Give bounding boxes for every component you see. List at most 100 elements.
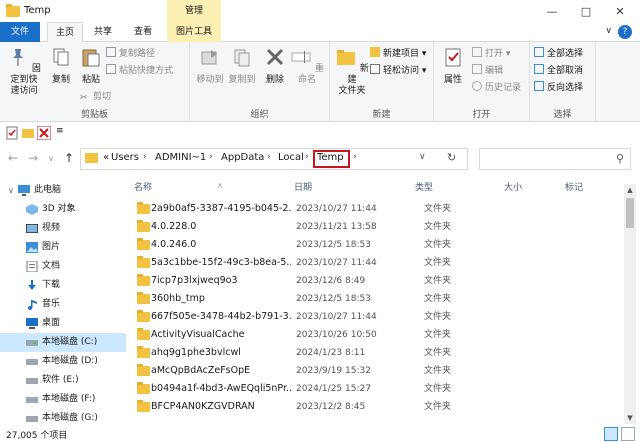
copy-to-button[interactable]: 复制到 bbox=[226, 46, 258, 86]
breadcrumb-local[interactable]: Local bbox=[278, 152, 304, 163]
paste-shortcut-button[interactable]: 粘贴快捷方式 bbox=[106, 64, 173, 78]
nav-item-documents[interactable]: 文档 bbox=[0, 257, 126, 276]
large-icons-view-icon[interactable] bbox=[621, 427, 635, 441]
up-icon[interactable]: ↑ bbox=[64, 151, 74, 165]
file-row[interactable]: 667f505e-3478-44b2-b791-3... 2023/10/27 1… bbox=[134, 308, 622, 326]
breadcrumb-separator-icon[interactable]: › bbox=[353, 152, 357, 162]
file-row[interactable]: BFCP4AN0KZGVDRAN 2023/12/2 8:45 文件夹 bbox=[134, 398, 622, 416]
paste-button[interactable]: 粘贴 bbox=[76, 46, 106, 86]
edit-icon bbox=[472, 64, 482, 74]
nav-item-downloads[interactable]: 下载 bbox=[0, 276, 126, 295]
back-icon[interactable]: ← bbox=[8, 151, 18, 165]
nav-item-music[interactable]: 音乐 bbox=[0, 295, 126, 314]
open-button[interactable]: 打开 ▾ bbox=[472, 47, 510, 61]
nav-item-drive-g[interactable]: 本地磁盘 (G:) bbox=[0, 409, 126, 426]
customize-toolbar-icon[interactable]: ≡ bbox=[56, 126, 70, 140]
new-folder-button[interactable]: 新建 文件夹 bbox=[334, 46, 370, 97]
breadcrumb-users[interactable]: Users bbox=[111, 152, 139, 163]
scroll-up-icon[interactable]: ▲ bbox=[624, 184, 636, 196]
nav-item-desktop[interactable]: 桌面 bbox=[0, 314, 126, 333]
new-folder-quick-icon[interactable] bbox=[21, 126, 35, 140]
tab-picture-tools[interactable]: 图片工具 bbox=[167, 22, 221, 42]
nav-item-pictures[interactable]: 图片 bbox=[0, 238, 126, 257]
properties-quick-icon[interactable] bbox=[5, 126, 19, 140]
nav-item-drive-f[interactable]: 本地磁盘 (F:) bbox=[0, 390, 126, 409]
tab-view[interactable]: 查看 bbox=[126, 22, 160, 42]
copy-path-button[interactable]: 复制路径 bbox=[106, 47, 155, 61]
search-icon[interactable]: ⚲ bbox=[616, 152, 624, 165]
nav-item-label: 文档 bbox=[42, 261, 61, 271]
new-item-button[interactable]: 新建项目 ▾ bbox=[370, 47, 426, 61]
breadcrumb-admini[interactable]: ADMINI~1 bbox=[155, 152, 206, 163]
column-type[interactable]: 类型 bbox=[415, 178, 433, 198]
copy-button[interactable]: 复制 bbox=[46, 46, 76, 86]
file-row[interactable]: ahq9g1phe3bvlcwl 2024/1/23 8:11 文件夹 bbox=[134, 344, 622, 362]
file-row[interactable]: 4.0.246.0 2023/12/5 18:53 文件夹 bbox=[134, 236, 622, 254]
ribbon-expand-icon[interactable]: ∨ bbox=[605, 26, 612, 36]
collapse-icon[interactable]: ∨ bbox=[8, 181, 14, 200]
rename-button[interactable]: 重命名 bbox=[290, 46, 324, 86]
tab-share[interactable]: 共享 bbox=[86, 22, 120, 42]
file-row[interactable]: 2a9b0af5-3387-4195-b045-2... 2023/10/27 1… bbox=[134, 200, 622, 218]
move-to-button[interactable]: 移动到 bbox=[194, 46, 226, 86]
nav-item-drive-d[interactable]: 本地磁盘 (D:) bbox=[0, 352, 126, 371]
breadcrumb-overflow[interactable]: « bbox=[103, 152, 109, 163]
minimize-button[interactable]: — bbox=[538, 2, 566, 22]
pin-quick-access-button[interactable]: 固定到快 速访问 bbox=[4, 46, 44, 97]
select-none-button[interactable]: 全部取消 bbox=[534, 64, 583, 78]
breadcrumb-appdata[interactable]: AppData bbox=[221, 152, 264, 163]
help-icon[interactable]: ? bbox=[618, 25, 632, 39]
scroll-down-icon[interactable]: ▼ bbox=[624, 412, 636, 424]
edit-button[interactable]: 编辑 bbox=[472, 64, 503, 78]
column-size[interactable]: 大小 bbox=[504, 178, 522, 198]
breadcrumb-separator-icon[interactable]: › bbox=[209, 152, 213, 162]
column-name[interactable]: 名称 ∧ bbox=[134, 178, 223, 198]
nav-item-videos[interactable]: 视频 bbox=[0, 219, 126, 238]
maximize-button[interactable]: □ bbox=[572, 2, 600, 22]
invert-selection-button[interactable]: 反向选择 bbox=[534, 81, 583, 95]
delete-label: 删除 bbox=[265, 75, 284, 85]
properties-label: 属性 bbox=[443, 75, 462, 85]
file-type: 文件夹 bbox=[424, 276, 452, 286]
address-bar[interactable]: « Users › ADMINI~1 › AppData › Local › T… bbox=[80, 148, 468, 170]
delete-button[interactable]: 删除 bbox=[262, 46, 288, 86]
tab-home[interactable]: 主页 bbox=[47, 22, 83, 42]
file-name: BFCP4AN0KZGVDRAN bbox=[151, 401, 255, 412]
recent-locations-icon[interactable]: ∨ bbox=[48, 154, 54, 163]
column-tags[interactable]: 标记 bbox=[565, 178, 583, 198]
file-type: 文件夹 bbox=[424, 348, 452, 358]
nav-item-drive-e[interactable]: 软件 (E:) bbox=[0, 371, 126, 390]
nav-item-3d-objects[interactable]: 3D 对象 bbox=[0, 200, 126, 219]
column-date[interactable]: 日期 bbox=[294, 178, 312, 198]
document-icon bbox=[26, 261, 38, 272]
details-view-icon[interactable] bbox=[604, 427, 618, 441]
file-row[interactable]: 7icp7p3lxjweq9o3 2023/12/6 8:49 文件夹 bbox=[134, 272, 622, 290]
breadcrumb-separator-icon[interactable]: › bbox=[305, 152, 309, 162]
nav-item-this-pc[interactable]: ∨ 此电脑 bbox=[0, 181, 126, 200]
delete-quick-icon[interactable] bbox=[37, 126, 51, 140]
tab-file[interactable]: 文件 bbox=[0, 22, 40, 42]
breadcrumb-temp[interactable]: Temp bbox=[317, 152, 344, 163]
file-row[interactable]: 360hb_tmp 2023/12/5 18:53 文件夹 bbox=[134, 290, 622, 308]
file-row[interactable]: ActivityVisualCache 2023/10/26 10:50 文件夹 bbox=[134, 326, 622, 344]
close-button[interactable]: ✕ bbox=[606, 2, 634, 22]
cut-button[interactable]: ✂ 剪切 bbox=[80, 90, 111, 104]
vertical-scrollbar[interactable]: ▲ ▼ bbox=[624, 184, 636, 424]
refresh-icon[interactable]: ↻ bbox=[447, 151, 456, 164]
file-row[interactable]: 4.0.228.0 2023/11/21 13:58 文件夹 bbox=[134, 218, 622, 236]
file-row[interactable]: aMcQpBdAcZeFsOpE 2023/9/19 15:32 文件夹 bbox=[134, 362, 622, 380]
nav-item-drive-c[interactable]: 本地磁盘 (C:) bbox=[0, 333, 126, 352]
select-all-button[interactable]: 全部选择 bbox=[534, 47, 583, 61]
file-row[interactable]: 5a3c1bbe-15f2-49c3-b8ea-5... 2023/10/27 1… bbox=[134, 254, 622, 272]
video-icon bbox=[26, 224, 38, 233]
breadcrumb-separator-icon[interactable]: › bbox=[267, 152, 271, 162]
address-dropdown-icon[interactable]: ∨ bbox=[419, 152, 426, 162]
easy-access-button[interactable]: 轻松访问 ▾ bbox=[370, 64, 426, 78]
file-row[interactable]: b0494a1f-4bd3-AwEQqli5nPr... 2024/1/25 15… bbox=[134, 380, 622, 398]
search-input[interactable]: ⚲ bbox=[479, 148, 631, 170]
properties-button[interactable]: 属性 bbox=[438, 46, 468, 86]
forward-icon[interactable]: → bbox=[28, 151, 38, 165]
scroll-thumb[interactable] bbox=[626, 198, 634, 228]
history-button[interactable]: 历史记录 bbox=[472, 81, 521, 95]
breadcrumb-separator-icon[interactable]: › bbox=[143, 152, 147, 162]
